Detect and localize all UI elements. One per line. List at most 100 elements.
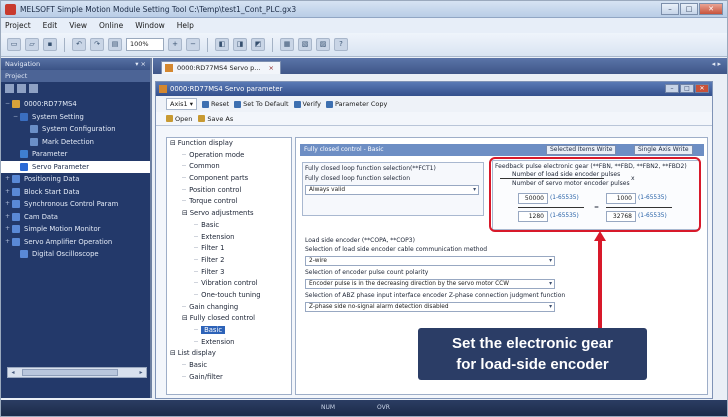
menu-view[interactable]: View	[69, 21, 87, 30]
param-tree-item[interactable]: ┈ Torque control	[167, 196, 291, 208]
nav-item-servo-amplifier-operation[interactable]: + Servo Amplifier Operation	[1, 236, 150, 249]
tree-expander-icon[interactable]: +	[5, 198, 12, 211]
tree-collapse-icon[interactable]: ⊟	[182, 209, 188, 217]
tree-expander-icon[interactable]: −	[5, 98, 12, 111]
menu-help[interactable]: Help	[177, 21, 194, 30]
nav-item-digital-oscilloscope[interactable]: Digital Oscilloscope	[1, 248, 150, 261]
param-tree-item[interactable]: ┈ Extension	[167, 337, 291, 349]
single-axis-write-button[interactable]: Single Axis Write	[634, 145, 693, 155]
nav-item-system-configuration[interactable]: System Configuration	[1, 123, 150, 136]
open-button[interactable]: Open	[166, 115, 192, 123]
param-tree-item[interactable]: ┈ Operation mode	[167, 150, 291, 162]
read-from-module-icon[interactable]: ◧	[215, 38, 229, 51]
tree-collapse-icon[interactable]: ⊟	[170, 349, 176, 357]
zoom-out-icon[interactable]: −	[186, 38, 200, 51]
tab-scroll-icon[interactable]: ◂ ▸	[712, 60, 721, 68]
tab-close-icon[interactable]: ×	[268, 62, 273, 74]
save-project-icon[interactable]: ▪	[43, 38, 57, 51]
minimize-button[interactable]: –	[661, 3, 679, 15]
menu-online[interactable]: Online	[99, 21, 123, 30]
collapse-all-icon[interactable]	[17, 84, 26, 93]
expand-all-icon[interactable]	[5, 84, 14, 93]
param-tree-item[interactable]: ┈ Basic	[167, 360, 291, 372]
set-to-default-button[interactable]: Set To Default	[234, 100, 289, 108]
help-icon[interactable]: ?	[334, 38, 348, 51]
reset-button[interactable]: Reset	[201, 100, 229, 108]
param-tree-item[interactable]: ┈ Filter 1	[167, 243, 291, 255]
nav-item-positioning-data[interactable]: + Positioning Data	[1, 173, 150, 186]
navigation-scrollbar[interactable]: ◂ ▸	[7, 367, 147, 378]
param-tree-item[interactable]: ┈ Vibration control	[167, 278, 291, 290]
nav-item-synchronous-control-param[interactable]: + Synchronous Control Param	[1, 198, 150, 211]
menu-project[interactable]: Project	[5, 21, 31, 30]
nav-item-icon	[12, 200, 20, 209]
param-tree-item[interactable]: ┈ Filter 3	[167, 267, 291, 279]
new-project-icon[interactable]: ▭	[7, 38, 21, 51]
oscilloscope-icon[interactable]: ▨	[316, 38, 330, 51]
param-tree-item[interactable]: ⊟ Fully closed control	[167, 313, 291, 325]
test-icon[interactable]: ▧	[298, 38, 312, 51]
tree-expander-icon[interactable]: +	[5, 186, 12, 199]
param-tree-item[interactable]: ┈ One-touch tuning	[167, 290, 291, 302]
tab-servo-parameter[interactable]: 0000:RD77MS4 Servo p... ×	[161, 61, 281, 74]
param-tree-item[interactable]: ⊟ List display	[167, 348, 291, 360]
verify-button[interactable]: Verify	[293, 100, 321, 108]
menu-edit[interactable]: Edit	[43, 21, 58, 30]
print-icon[interactable]: ▤	[108, 38, 122, 51]
save-as-button[interactable]: Save As	[198, 115, 233, 123]
nav-item-cam-data[interactable]: + Cam Data	[1, 211, 150, 224]
menu-window[interactable]: Window	[135, 21, 165, 30]
nav-item-servo-parameter[interactable]: Servo Parameter	[1, 160, 150, 173]
param-tree-item[interactable]: ┈ Gain changing	[167, 302, 291, 314]
tree-expander-icon[interactable]: +	[5, 173, 12, 186]
nav-item-parameter[interactable]: Parameter	[1, 148, 150, 161]
verify-icon[interactable]: ◩	[251, 38, 265, 51]
tree-expander-icon[interactable]: −	[13, 111, 20, 124]
monitor-icon[interactable]: ▦	[280, 38, 294, 51]
navigation-pin-icon[interactable]: ▾ ×	[135, 58, 146, 70]
zoom-in-icon[interactable]: +	[168, 38, 182, 51]
close-button[interactable]: ✕	[699, 3, 723, 15]
tree-expander-icon[interactable]: +	[5, 211, 12, 224]
nav-item-block-start-data[interactable]: + Block Start Data	[1, 186, 150, 199]
param-tree-item[interactable]: ┈ Filter 2	[167, 255, 291, 267]
scroll-left-icon[interactable]: ◂	[8, 368, 18, 377]
undo-icon[interactable]: ↶	[72, 38, 86, 51]
tree-collapse-icon[interactable]: ⊟	[170, 139, 176, 147]
load-cable-select[interactable]: 2-wire	[305, 256, 555, 266]
nav-item-0000-rd77ms4[interactable]: − 0000:RD77MS4	[1, 98, 150, 111]
parameter-copy-button[interactable]: Parameter Copy	[326, 100, 387, 108]
navigation-header: Navigation ▾ ×	[1, 58, 150, 70]
fcl-select[interactable]: Always valid	[305, 185, 479, 195]
selected-items-write-button[interactable]: Selected Items Write	[546, 145, 617, 155]
redo-icon[interactable]: ↷	[90, 38, 104, 51]
param-tree-item[interactable]: ┈ Component parts	[167, 173, 291, 185]
zphase-select[interactable]: Z-phase side no-signal alarm detection d…	[305, 302, 555, 312]
axis-select[interactable]: Axis1 ▾	[166, 98, 197, 110]
tree-expander-icon[interactable]: +	[5, 236, 12, 249]
child-close-button[interactable]: ✕	[695, 84, 709, 93]
scroll-right-icon[interactable]: ▸	[136, 368, 146, 377]
scroll-thumb[interactable]	[22, 369, 118, 376]
param-tree-item[interactable]: ⊟ Servo adjustments	[167, 208, 291, 220]
zoom-select[interactable]: 100%	[126, 38, 164, 51]
param-tree-item[interactable]: ┈ Position control	[167, 185, 291, 197]
refresh-icon[interactable]	[29, 84, 38, 93]
child-minimize-button[interactable]: –	[665, 84, 679, 93]
param-tree-item[interactable]: ┈ Gain/filter	[167, 372, 291, 384]
nav-item-mark-detection[interactable]: Mark Detection	[1, 136, 150, 149]
pulse-polarity-select[interactable]: Encoder pulse is in the decreasing direc…	[305, 279, 555, 289]
maximize-button[interactable]: □	[680, 3, 698, 15]
tree-expander-icon[interactable]: +	[5, 223, 12, 236]
param-tree-item[interactable]: ┈ Basic	[167, 325, 291, 337]
param-tree-item[interactable]: ┈ Basic	[167, 220, 291, 232]
tree-collapse-icon[interactable]: ⊟	[182, 314, 188, 322]
nav-item-simple-motion-monitor[interactable]: + Simple Motion Monitor	[1, 223, 150, 236]
nav-item-system-setting[interactable]: − System Setting	[1, 111, 150, 124]
param-tree-item[interactable]: ┈ Common	[167, 161, 291, 173]
write-to-module-icon[interactable]: ◨	[233, 38, 247, 51]
param-tree-item[interactable]: ┈ Extension	[167, 232, 291, 244]
child-maximize-button[interactable]: □	[680, 84, 694, 93]
open-project-icon[interactable]: ▱	[25, 38, 39, 51]
param-tree-item[interactable]: ⊟ Function display	[167, 138, 291, 150]
